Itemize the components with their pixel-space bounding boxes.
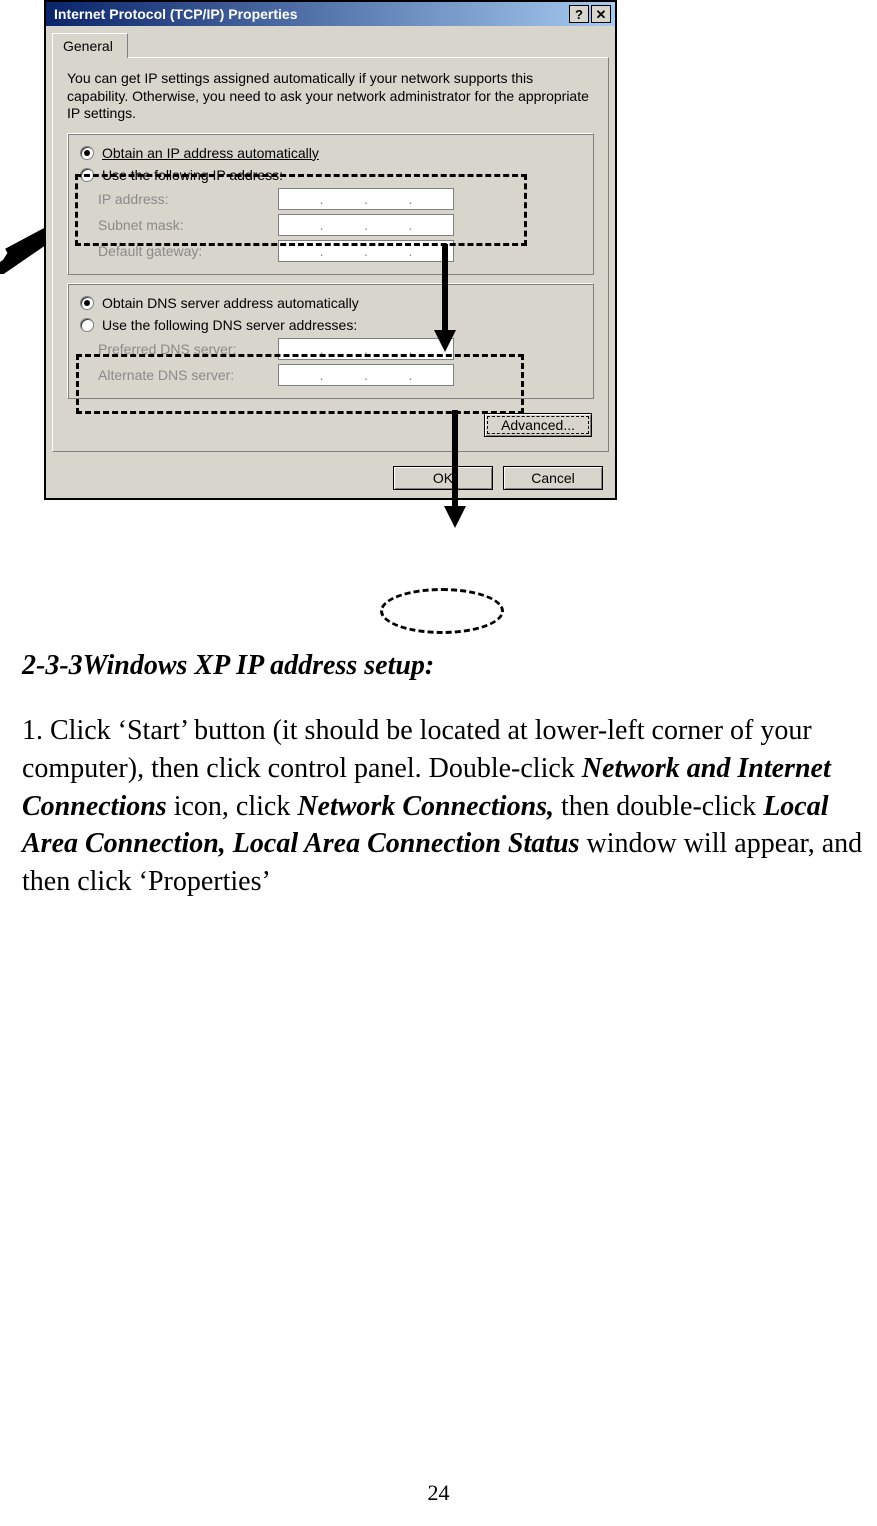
radio-use-dns-label: Use the following DNS server addresses: [102, 317, 357, 333]
default-gateway-label: Default gateway: [98, 243, 268, 259]
dialog-title: Internet Protocol (TCP/IP) Properties [50, 6, 297, 22]
radio-icon [80, 168, 94, 182]
preferred-dns-input[interactable]: ... [278, 338, 454, 360]
advanced-button[interactable]: Advanced... [484, 413, 592, 437]
intro-text: You can get IP settings assigned automat… [67, 70, 594, 123]
radio-use-ip-label: Use the following IP address: [102, 167, 283, 183]
tab-general[interactable]: General [52, 33, 128, 58]
ip-address-group: Obtain an IP address automatically Use t… [67, 133, 594, 275]
radio-obtain-ip[interactable]: Obtain an IP address automatically [80, 142, 581, 164]
alternate-dns-input[interactable]: ... [278, 364, 454, 386]
instruction-paragraph: 1. Click ‘Start’ button (it should be lo… [22, 712, 867, 901]
titlebar: Internet Protocol (TCP/IP) Properties ? … [46, 2, 615, 26]
radio-obtain-dns[interactable]: Obtain DNS server address automatically [80, 292, 581, 314]
preferred-dns-label: Preferred DNS server: [98, 341, 268, 357]
ip-address-label: IP address: [98, 191, 268, 207]
alternate-dns-label: Alternate DNS server: [98, 367, 268, 383]
close-button[interactable]: ✕ [591, 5, 611, 23]
annotation-down-arrow-icon [440, 410, 470, 530]
dialog-button-row: OK Cancel [46, 458, 615, 498]
subnet-mask-label: Subnet mask: [98, 217, 268, 233]
radio-use-dns[interactable]: Use the following DNS server addresses: [80, 314, 581, 336]
radio-obtain-dns-label: Obtain DNS server address automatically [102, 295, 359, 311]
section-heading: 2-3-3Windows XP IP address setup: [22, 650, 852, 682]
dns-group: Obtain DNS server address automatically … [67, 283, 594, 399]
default-gateway-input[interactable]: ... [278, 240, 454, 262]
radio-use-ip[interactable]: Use the following IP address: [80, 164, 581, 186]
radio-icon [80, 318, 94, 332]
help-button[interactable]: ? [569, 5, 589, 23]
ip-address-input[interactable]: ... [278, 188, 454, 210]
subnet-mask-input[interactable]: ... [278, 214, 454, 236]
cancel-button[interactable]: Cancel [503, 466, 603, 490]
annotation-ok-ellipse [380, 588, 504, 634]
radio-icon [80, 296, 94, 310]
annotation-down-arrow-icon [430, 244, 460, 354]
tab-panel-general: You can get IP settings assigned automat… [52, 57, 609, 452]
tcpip-properties-dialog: Internet Protocol (TCP/IP) Properties ? … [44, 0, 617, 500]
page-number: 24 [0, 1480, 877, 1506]
radio-icon [80, 146, 94, 160]
radio-obtain-ip-label: Obtain an IP address automatically [102, 145, 319, 161]
tab-strip: General [46, 26, 615, 57]
